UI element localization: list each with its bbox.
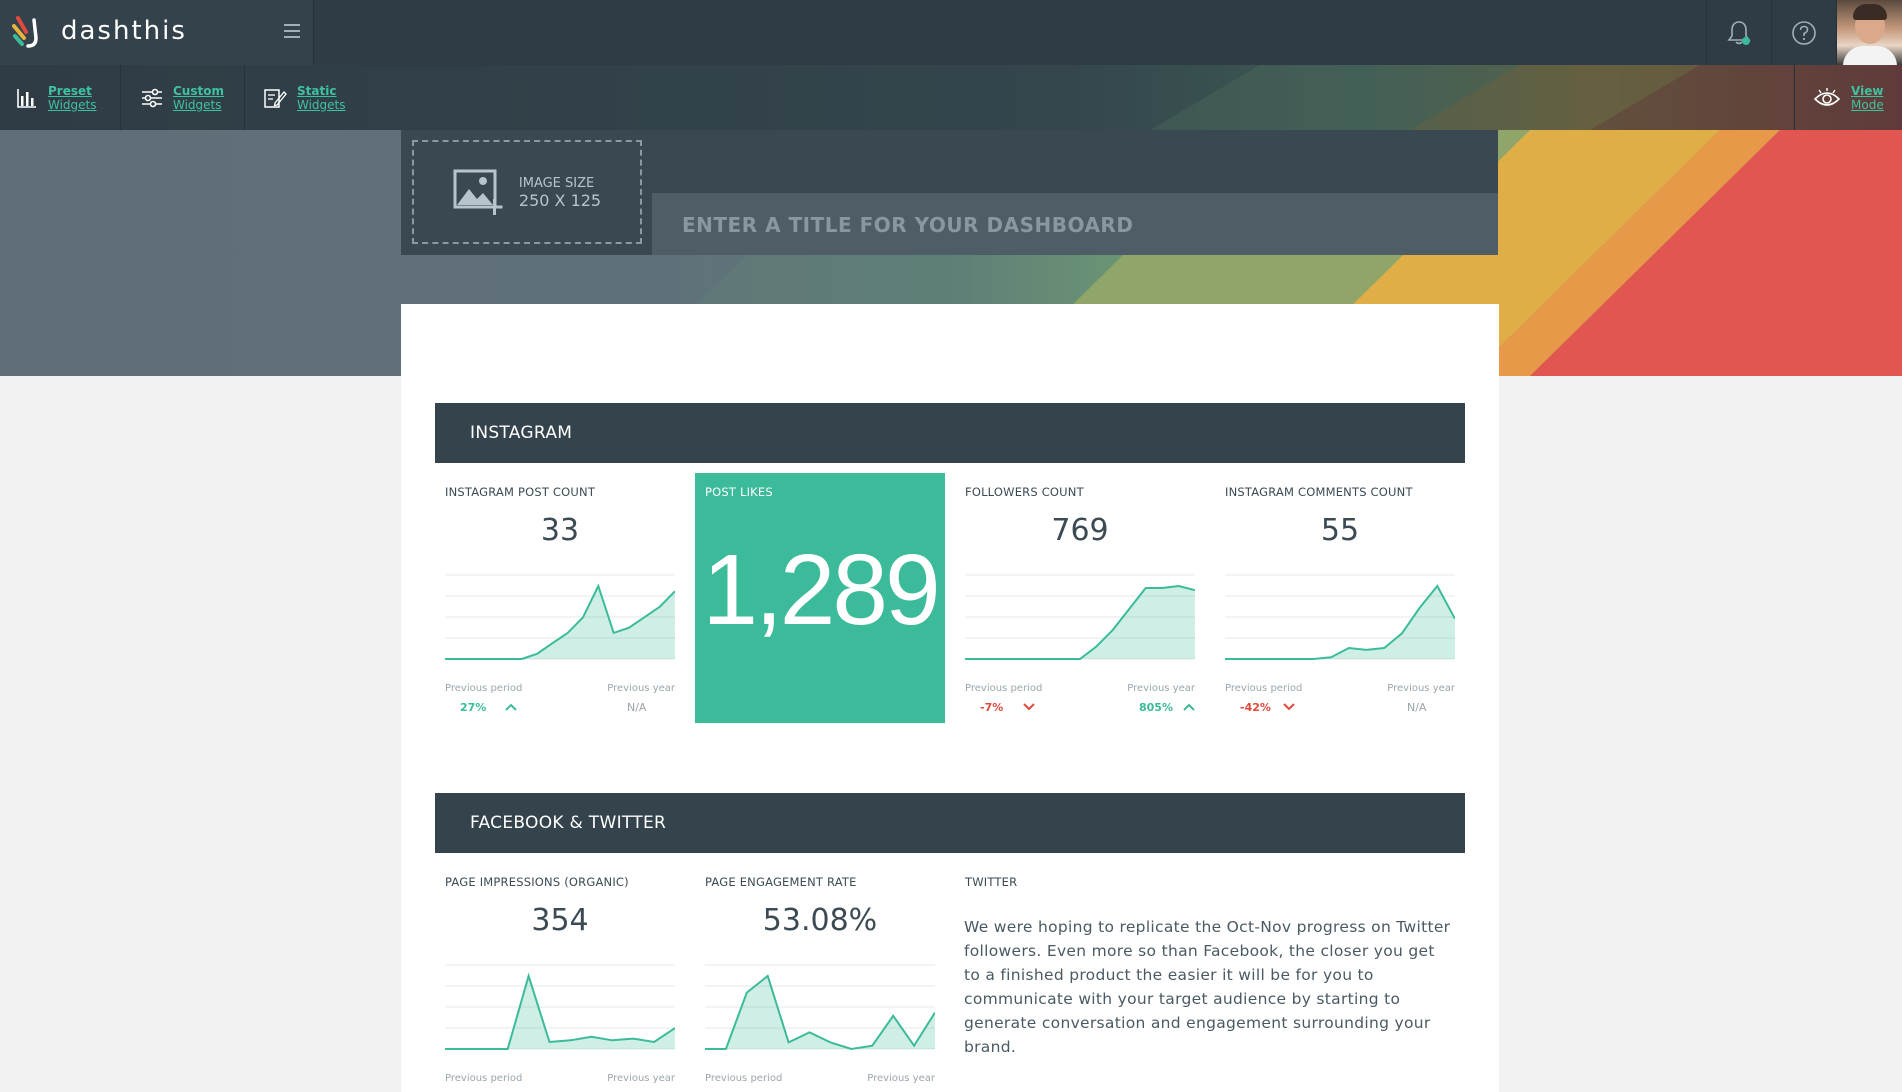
sparkline-area	[965, 586, 1195, 659]
notifications-button[interactable]	[1706, 0, 1771, 65]
user-avatar[interactable]	[1836, 0, 1902, 65]
eye-icon	[1813, 87, 1841, 106]
previous-period-value: -42%	[1240, 701, 1271, 714]
view-sublabel: Mode	[1851, 97, 1884, 112]
sparkline-chart	[1225, 574, 1455, 660]
preset-sublabel: Widgets	[48, 97, 97, 112]
sparkline-chart	[705, 964, 935, 1051]
top-bar: dashthis	[0, 0, 1902, 65]
section-title: INSTAGRAM	[470, 423, 573, 443]
twitter-note-text: We were hoping to replicate the Oct-Nov …	[964, 918, 1451, 1056]
section-title: FACEBOOK & TWITTER	[470, 813, 667, 833]
sparkline-area	[445, 976, 675, 1049]
previous-period-label: Previous period	[965, 683, 1043, 694]
widget-title: FOLLOWERS COUNT	[965, 485, 1084, 499]
chevron-up-icon	[1183, 703, 1195, 711]
edit-note-icon	[264, 88, 287, 108]
sparkline-chart	[445, 964, 675, 1050]
image-size-label: IMAGE SIZE	[518, 176, 595, 191]
previous-period-value: -7%	[980, 701, 1004, 714]
static-label: Static	[297, 83, 337, 98]
bar-chart-icon	[17, 88, 36, 108]
previous-year-value: N/A	[1407, 701, 1427, 714]
previous-period-value: 27%	[460, 701, 487, 714]
widget-title: INSTAGRAM COMMENTS COUNT	[1225, 485, 1413, 499]
widget-title: TWITTER	[965, 875, 1018, 889]
previous-year-label: Previous year	[607, 1073, 675, 1084]
sliders-icon	[142, 88, 162, 107]
chevron-down-icon	[1023, 703, 1035, 711]
previous-period-label: Previous period	[445, 1073, 523, 1084]
custom-sublabel: Widgets	[173, 97, 222, 112]
previous-year-label: Previous year	[1387, 683, 1455, 694]
widget-post-likes[interactable]: POST LIKES 1,289	[695, 473, 945, 723]
view-label: View	[1851, 83, 1884, 98]
section-header-facebook-twitter[interactable]: FACEBOOK & TWITTER	[435, 793, 1465, 853]
sparkline-chart	[965, 574, 1195, 660]
menu-icon[interactable]	[284, 24, 300, 38]
widget-page-impressions[interactable]: PAGE IMPRESSIONS (ORGANIC) 354 Previous …	[435, 863, 685, 1092]
sparkline-line	[445, 972, 675, 1050]
help-button[interactable]	[1771, 0, 1836, 65]
dashboard-title-input[interactable]: ENTER A TITLE FOR YOUR DASHBOARD	[652, 193, 1498, 255]
previous-period-label: Previous period	[445, 683, 523, 694]
widget-instagram-comments-count[interactable]: INSTAGRAM COMMENTS COUNT 55 Previous per…	[1215, 473, 1465, 723]
add-image-icon	[453, 169, 503, 215]
section-header-instagram[interactable]: INSTAGRAM	[435, 403, 1465, 463]
previous-year-value: N/A	[627, 701, 647, 714]
chevron-up-icon	[505, 703, 517, 711]
logo-area: dashthis	[0, 0, 314, 65]
widget-followers-count[interactable]: FOLLOWERS COUNT 769 Previous period Prev…	[955, 473, 1205, 723]
previous-period-label: Previous period	[705, 1073, 783, 1084]
widget-value: 769	[1051, 513, 1109, 548]
static-widgets-button[interactable]: Static Widgets	[245, 65, 370, 130]
widget-title: PAGE ENGAGEMENT RATE	[705, 875, 857, 889]
widget-value: 33	[540, 513, 580, 548]
widget-title: INSTAGRAM POST COUNT	[445, 485, 596, 499]
view-mode-button[interactable]: View Mode	[1794, 65, 1902, 130]
previous-year-value: 805%	[1139, 701, 1173, 714]
bell-icon	[1727, 20, 1751, 45]
previous-period-label: Previous period	[1225, 683, 1303, 694]
widget-value: 55	[1320, 513, 1360, 548]
widget-value: 354	[531, 903, 589, 938]
sparkline-area	[445, 586, 675, 659]
static-sublabel: Widgets	[297, 97, 346, 112]
previous-year-label: Previous year	[867, 1073, 935, 1084]
widget-big-value: 1,289	[702, 534, 940, 646]
previous-year-label: Previous year	[1127, 683, 1195, 694]
widget-title: POST LIKES	[705, 485, 773, 499]
image-size-value: 250 X 125	[518, 191, 602, 210]
widget-value: 53.08%	[762, 903, 878, 938]
preset-widgets-button[interactable]: Preset Widgets	[0, 65, 121, 130]
widget-title: PAGE IMPRESSIONS (ORGANIC)	[445, 875, 629, 889]
previous-year-label: Previous year	[607, 683, 675, 694]
sparkline-area	[1225, 586, 1455, 659]
widget-toolbar: Preset Widgets Custom Widgets Static Wid…	[0, 65, 1902, 130]
dashthis-logo-icon[interactable]	[12, 14, 46, 50]
preset-label: Preset	[48, 83, 92, 98]
sparkline-chart	[445, 574, 675, 660]
chevron-down-icon	[1283, 703, 1295, 711]
help-icon	[1792, 20, 1816, 45]
logo-upload-dropzone[interactable]: IMAGE SIZE 250 X 125	[412, 140, 642, 244]
custom-label: Custom	[173, 83, 224, 98]
widget-instagram-post-count[interactable]: INSTAGRAM POST COUNT 33 Previous period …	[435, 473, 685, 723]
custom-widgets-button[interactable]: Custom Widgets	[121, 65, 245, 130]
dashboard-title-placeholder: ENTER A TITLE FOR YOUR DASHBOARD	[682, 213, 1134, 237]
app-name: dashthis	[61, 16, 187, 46]
widget-page-engagement-rate[interactable]: PAGE ENGAGEMENT RATE 53.08% Previous per…	[695, 863, 945, 1092]
